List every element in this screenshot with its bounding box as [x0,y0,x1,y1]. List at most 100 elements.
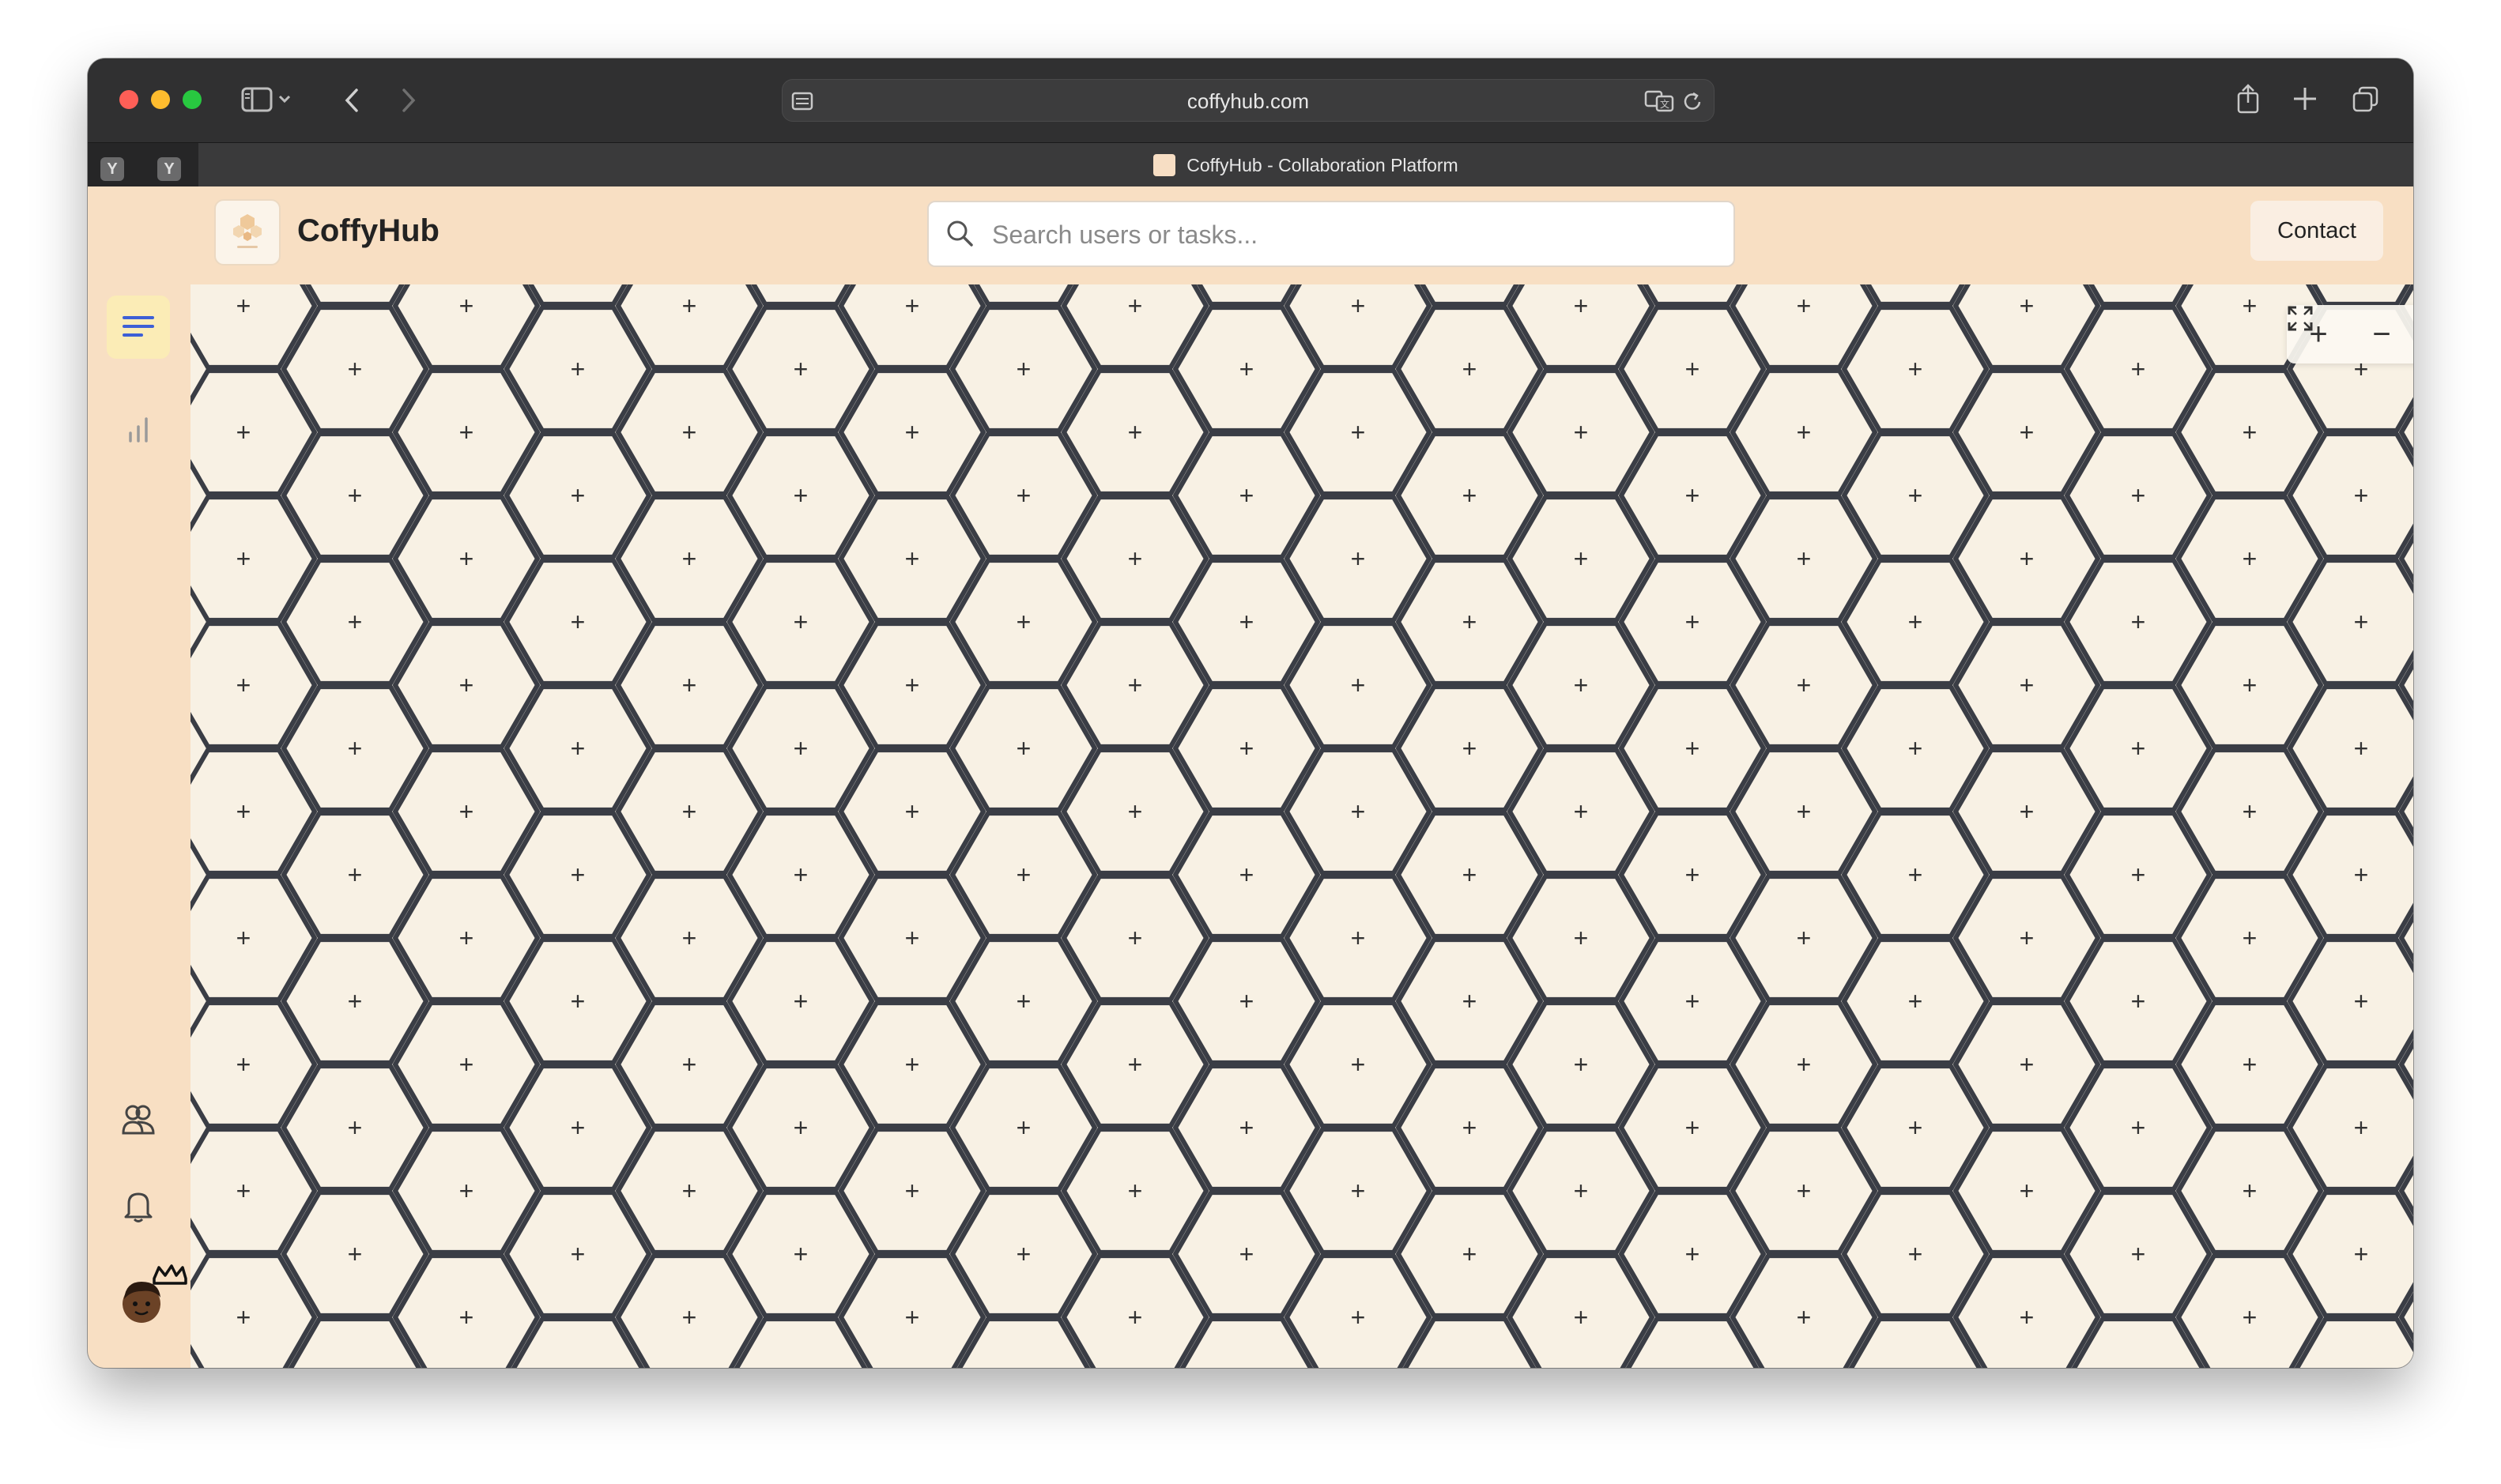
add-task-plus: + [1239,1240,1254,1268]
add-task-plus: + [2020,544,2035,573]
pinned-tab[interactable]: Y [100,157,124,181]
add-task-plus: + [2020,924,2035,952]
add-task-plus: + [236,418,251,446]
stats-button[interactable] [107,397,170,460]
bell-icon [124,1192,153,1222]
add-task-plus: + [682,292,697,320]
add-task-plus: + [2243,418,2258,446]
add-task-plus: + [1017,1240,1032,1268]
hex-grid-canvas[interactable]: + + + + + + + + + + + + + + + + + + + + + + + + + + + + + + + + + + + + + + + +… [190,284,2413,1368]
search-box[interactable] [927,201,1735,267]
add-task-plus: + [1017,481,1032,510]
chevron-down-icon[interactable] [277,93,292,104]
add-task-plus: + [2354,861,2369,889]
user-avatar[interactable] [118,1264,187,1328]
add-task-plus: + [794,734,809,763]
add-task-plus: + [682,671,697,699]
add-task-plus: + [1908,608,1923,636]
add-task-plus: + [682,797,697,826]
menu-button[interactable] [107,296,170,359]
app-header: CoffyHub Contact [88,186,2413,284]
add-task-plus: + [794,1113,809,1142]
add-task-plus: + [1239,987,1254,1015]
minimize-window-button[interactable] [151,90,170,109]
add-task-plus: + [794,355,809,383]
add-task-plus: + [348,734,363,763]
address-bar[interactable]: coffyhub.com 文 [782,79,1714,122]
add-task-plus: + [459,1303,474,1331]
add-task-plus: + [1128,292,1143,320]
browser-titlebar: coffyhub.com 文 [88,58,2413,142]
add-task-plus: + [2243,1177,2258,1205]
add-task-plus: + [682,1303,697,1331]
add-task-plus: + [905,1177,920,1205]
zoom-controls: + − [2287,305,2413,363]
add-task-plus: + [2020,292,2035,320]
add-task-plus: + [2020,418,2035,446]
active-tab[interactable]: CoffyHub - Collaboration Platform [198,143,2413,187]
add-task-plus: + [1239,734,1254,763]
add-task-plus: + [571,861,586,889]
add-task-plus: + [1908,355,1923,383]
avatar-crown-icon [123,1264,187,1323]
add-task-plus: + [1239,1113,1254,1142]
add-task-plus: + [682,418,697,446]
add-task-plus: + [459,1050,474,1079]
tab-overview-icon[interactable] [2352,85,2380,114]
contact-button[interactable]: Contact [2250,201,2383,261]
add-task-plus: + [794,861,809,889]
add-task-plus: + [2020,1177,2035,1205]
sidebar-toggle-icon[interactable] [241,85,273,114]
add-task-plus: + [2243,924,2258,952]
add-task-plus: + [1685,1366,1700,1368]
add-task-plus: + [2243,544,2258,573]
new-tab-plus-icon[interactable] [2292,85,2318,112]
tab-favicon-icon [1153,154,1176,176]
add-task-plus: + [2131,608,2146,636]
add-task-plus: + [1574,1177,1589,1205]
add-task-plus: + [1017,355,1032,383]
add-task-plus: + [571,481,586,510]
add-task-plus: + [459,544,474,573]
svg-text:文: 文 [1660,98,1669,110]
add-task-plus: + [1128,797,1143,826]
forward-arrow-icon[interactable] [399,87,418,114]
add-task-plus: + [905,292,920,320]
share-icon[interactable] [2235,82,2261,115]
notifications-button[interactable] [107,1174,170,1237]
add-task-plus: + [682,924,697,952]
add-task-plus: + [348,1113,363,1142]
add-task-plus: + [1351,671,1366,699]
logo[interactable] [214,199,281,266]
users-button[interactable] [107,1087,170,1151]
reload-icon[interactable] [1681,90,1704,114]
close-window-button[interactable] [119,90,138,109]
maximize-window-button[interactable] [183,90,202,109]
add-task-plus: + [1685,987,1700,1015]
add-task-plus: + [1462,481,1477,510]
search-input[interactable] [990,202,1721,267]
add-task-plus: + [1574,797,1589,826]
add-task-plus: + [1017,1366,1032,1368]
zoom-out-button[interactable]: − [2358,311,2405,358]
translate-icon[interactable]: 文 [1644,89,1676,113]
add-task-plus: + [1351,1177,1366,1205]
add-task-plus: + [1239,355,1254,383]
pinned-tab[interactable]: Y [157,157,181,181]
add-task-plus: + [459,292,474,320]
back-arrow-icon[interactable] [342,87,361,114]
add-task-plus: + [571,1240,586,1268]
sidebar [88,284,190,1368]
add-task-plus: + [1239,861,1254,889]
add-task-plus: + [1017,608,1032,636]
add-task-plus: + [1797,671,1812,699]
add-task-plus: + [1908,1366,1923,1368]
fullscreen-icon [2288,306,2313,331]
add-task-plus: + [348,987,363,1015]
hex-grid[interactable]: + + + + + + + + + + + + + + + + + + + + + + + + + + + + + + + + + + + + + + + +… [190,284,2413,1368]
url-text: coffyhub.com [1186,89,1310,113]
add-task-plus: + [2354,608,2369,636]
add-task-plus: + [1908,734,1923,763]
menu-icon [123,316,154,337]
add-task-plus: + [236,292,251,320]
